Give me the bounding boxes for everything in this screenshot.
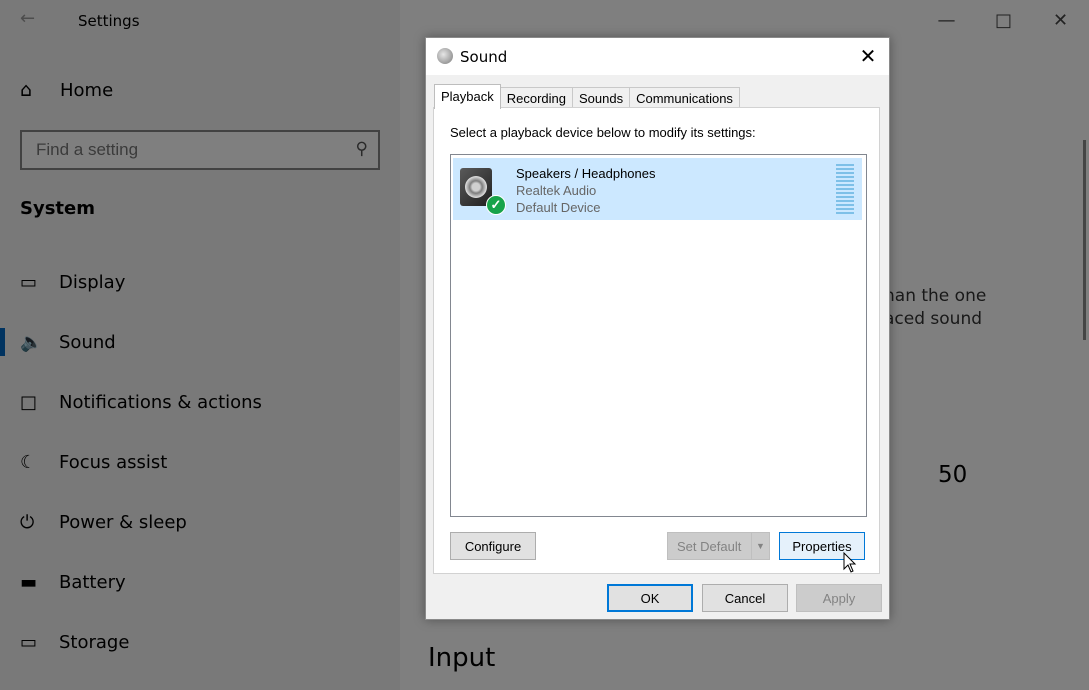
tab-playback[interactable]: Playback <box>434 84 501 109</box>
dialog-close-button[interactable]: ✕ <box>853 41 883 71</box>
tab-communications[interactable]: Communications <box>629 87 740 109</box>
apply-button[interactable]: Apply <box>796 584 882 612</box>
mouse-cursor-icon <box>843 552 857 573</box>
sound-app-icon <box>437 48 453 64</box>
ok-button[interactable]: OK <box>607 584 693 612</box>
device-status: Default Device <box>516 200 601 215</box>
playback-panel: Select a playback device below to modify… <box>433 107 880 574</box>
device-name: Speakers / Headphones <box>516 166 656 181</box>
cancel-button[interactable]: Cancel <box>702 584 788 612</box>
sound-dialog: Sound ✕ Playback Recording Sounds Commun… <box>425 37 890 620</box>
default-check-icon: ✓ <box>486 195 506 215</box>
device-list[interactable]: ✓ Speakers / Headphones Realtek Audio De… <box>450 154 867 517</box>
set-default-button[interactable]: Set Default ▼ <box>667 532 770 560</box>
level-meter <box>836 164 854 214</box>
tab-recording[interactable]: Recording <box>499 87 574 109</box>
set-default-label: Set Default <box>677 538 742 554</box>
dialog-title: Sound <box>460 48 508 66</box>
device-driver: Realtek Audio <box>516 183 597 198</box>
configure-button[interactable]: Configure <box>450 532 536 560</box>
chevron-down-icon[interactable]: ▼ <box>751 533 769 559</box>
device-list-item[interactable]: ✓ Speakers / Headphones Realtek Audio De… <box>453 158 862 220</box>
tab-bar: Playback Recording Sounds Communications <box>434 84 740 109</box>
dialog-titlebar[interactable]: Sound ✕ <box>426 38 889 75</box>
tab-sounds[interactable]: Sounds <box>572 87 631 109</box>
instructions-text: Select a playback device below to modify… <box>450 125 756 140</box>
